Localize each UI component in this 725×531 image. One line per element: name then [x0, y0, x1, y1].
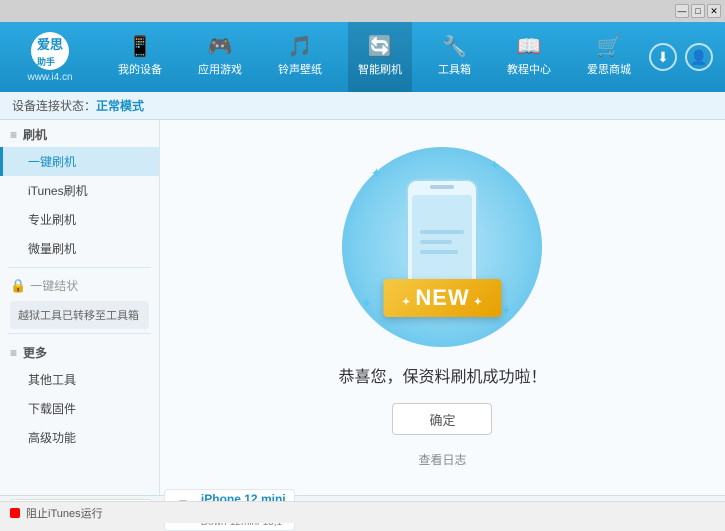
sparkle-4: ✦ [501, 302, 513, 319]
new-badge: NEW [384, 279, 501, 317]
sidebar-item-pro-flash[interactable]: 专业刷机 [0, 205, 159, 234]
nav-item-smart-flash[interactable]: 🔄 智能刷机 [348, 22, 412, 92]
minimize-btn[interactable]: — [675, 4, 689, 18]
nav-item-store[interactable]: 🛒 爱思商城 [577, 22, 641, 92]
header: 爱思助手 www.i4.cn 📱 我的设备 🎮 应用游戏 🎵 铃声壁纸 🔄 智能… [0, 22, 725, 92]
flash-section-icon: ≡ [10, 128, 17, 142]
nav-label-my-device: 我的设备 [118, 61, 162, 77]
content-area: ✦ ✦ ✦ ✦ [160, 120, 725, 495]
nav-item-tutorial[interactable]: 📖 教程中心 [497, 22, 561, 92]
apps-icon: 🎮 [208, 37, 233, 57]
sidebar-item-itunes-flash[interactable]: iTunes刷机 [0, 176, 159, 205]
nav-label-toolbox: 工具箱 [438, 61, 471, 77]
phone-illustration: ✦ ✦ ✦ ✦ [342, 147, 542, 347]
sidebar: ≡ 刷机 一键刷机 iTunes刷机 专业刷机 微量刷机 🔒 一键结状 越狱工具… [0, 120, 160, 495]
nav-label-store: 爱思商城 [587, 61, 631, 77]
nav-label-smart-flash: 智能刷机 [358, 61, 402, 77]
flash-section-label: 刷机 [23, 126, 47, 143]
sparkle-3: ✦ [360, 295, 372, 312]
sidebar-item-other-tools[interactable]: 其他工具 [0, 365, 159, 394]
sparkle-2: ✦ [489, 157, 501, 174]
sidebar-divider-1 [8, 267, 151, 268]
itunes-bar: 阻止iTunes运行 [0, 501, 725, 523]
sidebar-section-jailbreak: 🔒 一键结状 [0, 272, 159, 297]
nav-label-ringtone: 铃声壁纸 [278, 61, 322, 77]
status-prefix: 设备连接状态： [12, 97, 96, 114]
itunes-stop-label: 阻止iTunes运行 [26, 505, 103, 521]
nav-label-apps: 应用游戏 [198, 61, 242, 77]
smart-flash-icon: 🔄 [368, 37, 393, 57]
sidebar-item-one-click-flash[interactable]: 一键刷机 [0, 147, 159, 176]
toolbox-icon: 🔧 [442, 37, 467, 57]
logo-icon: 爱思助手 [31, 32, 69, 70]
confirm-button[interactable]: 确定 [392, 403, 492, 435]
sidebar-section-flash: ≡ 刷机 [0, 120, 159, 147]
status-value: 正常模式 [96, 97, 144, 114]
sidebar-divider-2 [8, 333, 151, 334]
sidebar-item-advanced[interactable]: 高级功能 [0, 423, 159, 452]
jailbreak-section-label: 一键结状 [30, 277, 78, 294]
sparkle-1: ✦ [370, 165, 382, 182]
title-bar: — □ ✕ [0, 0, 725, 22]
logo-area: 爱思助手 www.i4.cn [0, 32, 100, 83]
sidebar-section-more: ≡ 更多 [0, 338, 159, 365]
success-message: 恭喜您，保资料刷机成功啦！ [338, 363, 546, 387]
tutorial-icon: 📖 [517, 37, 542, 57]
jailbreak-info-box: 越狱工具已转移至工具箱 [10, 301, 149, 329]
nav-label-tutorial: 教程中心 [507, 61, 551, 77]
itunes-stop-icon [10, 508, 20, 518]
store-icon: 🛒 [597, 37, 622, 57]
download-btn[interactable]: ⬇ [649, 43, 677, 71]
nav-item-apps-games[interactable]: 🎮 应用游戏 [188, 22, 252, 92]
nav-item-toolbox[interactable]: 🔧 工具箱 [428, 22, 481, 92]
nav-items: 📱 我的设备 🎮 应用游戏 🎵 铃声壁纸 🔄 智能刷机 🔧 工具箱 📖 教程中心 [100, 22, 649, 92]
success-panel: ✦ ✦ ✦ ✦ [338, 147, 546, 468]
status-bar: 设备连接状态： 正常模式 [0, 92, 725, 120]
sidebar-item-download-firmware[interactable]: 下载固件 [0, 394, 159, 423]
logo-subtitle: www.i4.cn [27, 72, 72, 83]
device-icon: 📱 [128, 37, 153, 57]
nav-item-ringtone[interactable]: 🎵 铃声壁纸 [268, 22, 332, 92]
sidebar-item-save-flash[interactable]: 微量刷机 [0, 234, 159, 263]
user-btn[interactable]: 👤 [685, 43, 713, 71]
maximize-btn[interactable]: □ [691, 4, 705, 18]
close-btn[interactable]: ✕ [707, 4, 721, 18]
header-right: ⬇ 👤 [649, 43, 725, 71]
nav-item-my-device[interactable]: 📱 我的设备 [108, 22, 172, 92]
skip-log-link[interactable]: 查看日志 [418, 451, 466, 468]
main-layout: ≡ 刷机 一键刷机 iTunes刷机 专业刷机 微量刷机 🔒 一键结状 越狱工具… [0, 120, 725, 495]
more-section-label: 更多 [23, 344, 47, 361]
ringtone-icon: 🎵 [288, 37, 313, 57]
